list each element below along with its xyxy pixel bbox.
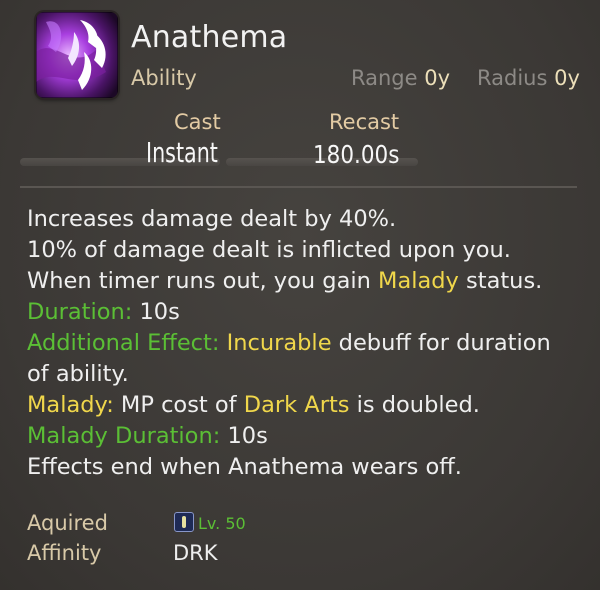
job-crystal-icon: [174, 512, 194, 532]
malady-keyword: Malady: [378, 268, 459, 294]
description-text: MP cost of: [113, 392, 244, 418]
description-text: status.: [458, 268, 543, 294]
radius-label: Radius: [477, 66, 548, 90]
incurable-keyword: Incurable: [219, 330, 332, 356]
description-line: When timer runs out, you gain Malady sta…: [27, 266, 592, 297]
range-label: Range: [351, 66, 418, 90]
malady-duration-label: Malady Duration:: [27, 423, 221, 449]
additional-effect-label: Additional Effect:: [27, 330, 220, 356]
radius-value: 0y: [554, 66, 580, 90]
affinity-value: DRK: [173, 541, 218, 565]
recast-label: Recast: [329, 110, 400, 134]
duration-label: Duration:: [27, 299, 133, 325]
divider: [20, 186, 577, 188]
recast-value: 180.00s: [313, 140, 400, 169]
description-text: is doubled.: [349, 392, 480, 418]
range-stat: Range 0y: [351, 66, 450, 90]
duration-line: Duration: 10s: [27, 297, 592, 328]
malady-label: Malady:: [27, 392, 114, 418]
affinity-label: Affinity: [27, 541, 102, 565]
anathema-icon: [36, 12, 118, 98]
description-text: debuff for duration: [331, 330, 551, 356]
malady-duration-line: Malady Duration: 10s: [27, 421, 592, 452]
malady-line: Malady: MP cost of Dark Arts is doubled.: [27, 390, 592, 421]
aquired-label: Aquired: [27, 511, 108, 535]
cast-label: Cast: [174, 110, 221, 134]
duration-value: 10s: [132, 299, 180, 325]
malady-duration-value: 10s: [220, 423, 268, 449]
level-requirement: Lv. 50: [198, 514, 246, 533]
description-line: of ability.: [27, 361, 129, 387]
ability-description: Increases damage dealt by 40%. 10% of da…: [27, 204, 592, 483]
description-text: When timer runs out, you gain: [27, 268, 379, 294]
ability-name: Anathema: [131, 20, 288, 55]
ability-tooltip: Anathema Ability Range 0y Radius 0y Cast…: [0, 0, 600, 590]
range-value: 0y: [424, 66, 451, 90]
description-line: Effects end when Anathema wears off.: [27, 454, 462, 480]
ability-type: Ability: [131, 66, 197, 90]
radius-stat: Radius 0y: [477, 66, 580, 90]
cast-value: Instant: [146, 136, 218, 169]
description-line: 10% of damage dealt is inflicted upon yo…: [27, 237, 511, 263]
dark-arts-keyword: Dark Arts: [243, 392, 350, 418]
description-line: Increases damage dealt by 40%.: [27, 206, 397, 232]
additional-effect-line: Additional Effect: Incurable debuff for …: [27, 328, 592, 359]
